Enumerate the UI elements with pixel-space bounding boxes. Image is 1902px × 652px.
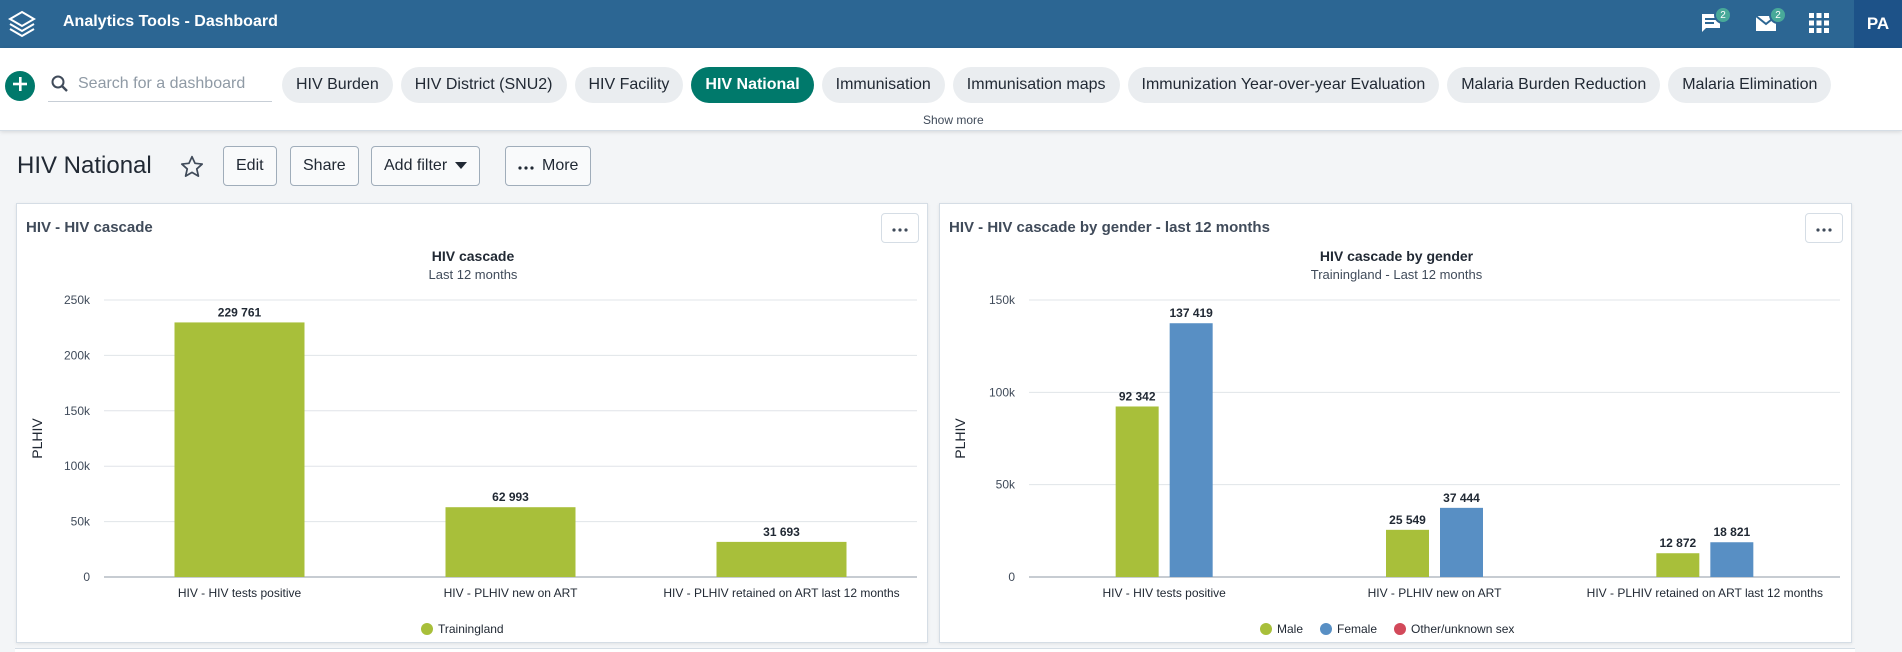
dashboard-chip[interactable]: HIV National [691,67,814,103]
dashboard-chip[interactable]: Immunisation maps [952,67,1120,103]
more-label: More [542,157,579,174]
app-title: Analytics Tools - Dashboard [63,13,278,30]
legend-item: Trainingland [438,622,504,636]
messages-count-badge: 2 [1714,6,1732,24]
add-filter-button[interactable]: Add filter [371,146,481,186]
caret-down-icon [455,157,468,175]
x-tick-label: HIV - HIV tests positive [178,586,302,600]
data-label: 25 549 [1389,513,1426,527]
y-tick-label: 50k [996,478,1016,492]
avatar-initials: PA [1866,14,1890,33]
chart-subtitle: Last 12 months [429,267,518,282]
data-label: 62 993 [492,490,529,504]
dashboard-chip[interactable]: HIV District (SNU2) [400,67,567,103]
dashboard-chip[interactable]: Malaria Burden Reduction [1447,67,1661,103]
legend-item: Other/unknown sex [1411,622,1514,636]
data-label: 137 419 [1169,306,1213,320]
legend-marker [421,623,433,635]
bar-male [1656,553,1700,577]
hiv-cascade-chart: HIV cascade Last 12 months 0 50k 100k 150k 200… [29,248,917,636]
show-more-button[interactable]: Show more [923,113,984,127]
bar-trainingland [174,322,305,577]
legend-item: Male [1277,622,1303,636]
mail-button[interactable]: 2 [1751,6,1787,40]
messages-button[interactable]: 2 [1696,6,1732,40]
dashboard-chip[interactable]: Immunization Year-over-year Evaluation [1127,67,1440,103]
dashboard-search [48,66,272,102]
search-input[interactable] [78,70,268,98]
x-tick-label: HIV - PLHIV retained on ART last 12 mont… [1587,586,1823,600]
bar-female [1440,507,1483,577]
data-label: 92 342 [1119,389,1156,403]
plus-icon [12,76,28,97]
y-tick-label: 50k [71,515,91,529]
add-dashboard-button[interactable] [5,71,35,101]
data-label: 37 444 [1443,491,1480,505]
y-axis-label: PLHIV [952,418,968,459]
y-tick-label: 250k [64,293,91,307]
x-tick-label: HIV - HIV tests positive [1102,586,1226,600]
y-tick-label: 150k [989,293,1016,307]
bar-trainingland [716,541,847,577]
chart-title: HIV cascade by gender [1320,248,1474,264]
search-icon [50,74,70,99]
grid-apps-icon [1809,12,1829,38]
bar-male [1386,529,1429,577]
ellipsis-icon [518,157,534,175]
x-tick-label: HIV - PLHIV new on ART [1368,586,1503,600]
legend-marker [1394,623,1406,635]
apps-menu-button[interactable] [1804,10,1834,40]
dashboard-title: HIV National [17,152,152,179]
legend-item: Female [1337,622,1377,636]
legend-marker [1260,623,1272,635]
chart-title: HIV cascade [432,248,515,264]
dhis2-logo-icon[interactable] [6,8,38,40]
star-outline-icon [179,155,205,184]
star-dashboard-button[interactable] [179,154,205,185]
y-tick-label: 0 [1008,570,1015,584]
bar-male [1115,406,1159,577]
edit-label: Edit [236,157,264,174]
data-label: 229 761 [218,305,262,319]
share-label: Share [303,157,346,174]
next-row-panels-edge [15,648,1855,652]
add-filter-label: Add filter [384,157,448,174]
dashboard-chip-list: HIV Burden HIV District (SNU2) HIV Facilit… [282,67,1832,103]
app-header: Analytics Tools - Dashboard 2 2 PA [0,0,1902,48]
dashboard-chip[interactable]: Immunisation [821,67,945,103]
y-tick-label: 200k [64,348,91,362]
dashboard-item-hiv-cascade-by-gender: HIV - HIV cascade by gender - last 12 mo… [939,203,1852,643]
chart-subtitle: Trainingland - Last 12 months [1311,267,1483,282]
legend-marker [1320,623,1332,635]
x-tick-label: HIV - PLHIV retained on ART last 12 mont… [663,586,899,600]
y-tick-label: 100k [64,459,91,473]
data-label: 12 872 [1659,536,1696,550]
bar-trainingland [445,507,576,577]
dashboard-chip[interactable]: Malaria Elimination [1668,67,1832,103]
more-button[interactable]: More [505,146,592,186]
x-tick-label: HIV - PLHIV new on ART [444,586,579,600]
dashboard-chip[interactable]: HIV Facility [574,67,684,103]
data-label: 18 821 [1713,525,1750,539]
dashboard-chip[interactable]: HIV Burden [282,67,393,103]
y-tick-label: 100k [989,385,1016,399]
share-button[interactable]: Share [290,146,359,186]
y-tick-label: 150k [64,404,91,418]
edit-button[interactable]: Edit [223,146,277,186]
mail-count-badge: 2 [1769,6,1787,24]
profile-menu-button[interactable]: PA [1854,0,1902,48]
y-tick-label: 0 [83,570,90,584]
y-axis-label: PLHIV [29,418,45,459]
bar-female [1169,323,1213,577]
hiv-cascade-by-gender-chart: HIV cascade by gender Trainingland - Last… [952,248,1840,636]
data-label: 31 693 [763,525,800,539]
dashboard-item-hiv-cascade: HIV - HIV cascade HIV cascade Last 12 mon… [16,203,928,643]
bar-female [1710,542,1754,577]
